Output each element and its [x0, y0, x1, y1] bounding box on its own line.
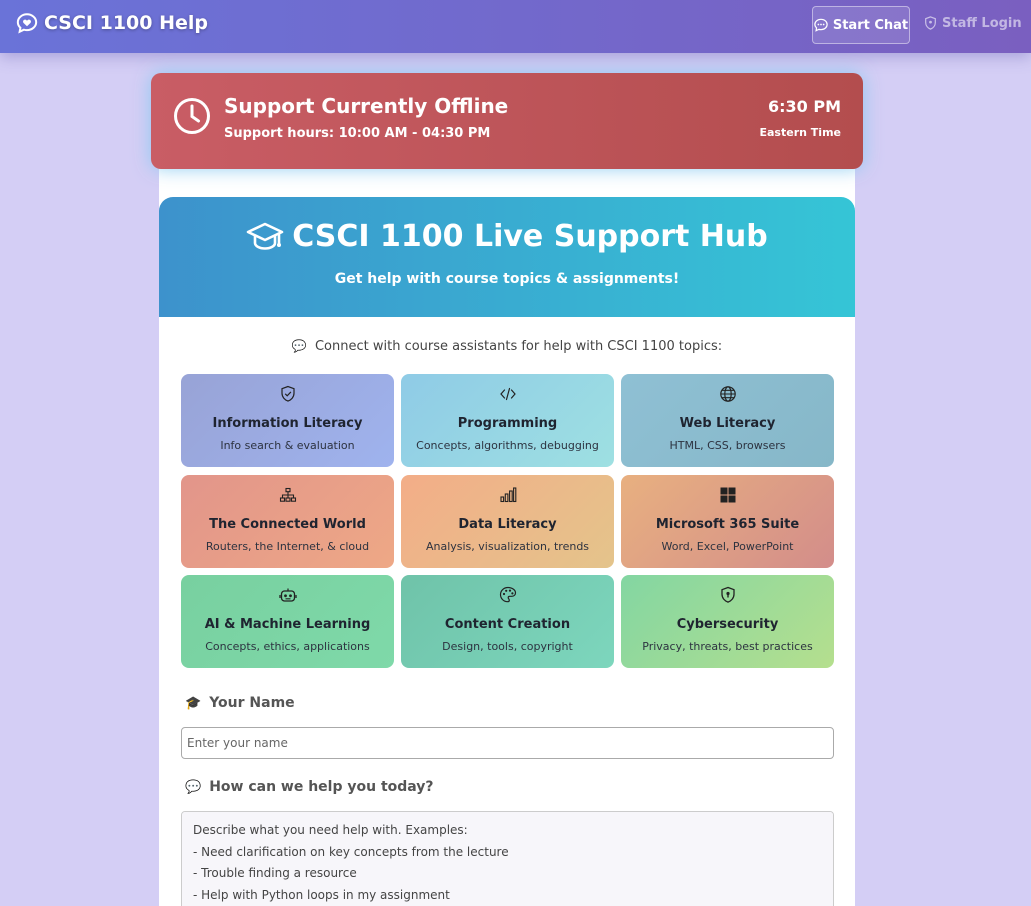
- speech-bubble-emoji-icon: 💬: [185, 779, 202, 795]
- shield-check-icon: [280, 385, 295, 402]
- current-time: 6:30 PM: [767, 97, 841, 116]
- topic-card-web-literacy[interactable]: Web Literacy HTML, CSS, browsers: [621, 374, 834, 467]
- topic-description: Concepts, ethics, applications: [205, 640, 370, 653]
- top-navbar: CSCI 1100 Help Start Chat Staff Login: [0, 0, 1031, 53]
- topic-name: Information Literacy: [212, 416, 363, 431]
- timezone-label: Eastern Time: [759, 126, 842, 139]
- topic-card-microsoft-365[interactable]: Microsoft 365 Suite Word, Excel, PowerPo…: [621, 475, 834, 568]
- topic-name: Data Literacy: [458, 517, 557, 532]
- topic-name: Web Literacy: [679, 416, 776, 431]
- help-label-row: 💬 How can we help you today?: [185, 779, 434, 795]
- palette-icon: [499, 586, 516, 603]
- speech-bubble-icon: 💬: [291, 339, 307, 353]
- topic-description: Design, tools, copyright: [442, 640, 573, 653]
- brand-link[interactable]: CSCI 1100 Help: [16, 11, 208, 35]
- network-icon: [279, 487, 296, 502]
- offline-status-banner: Support Currently Offline Support hours:…: [151, 73, 863, 169]
- hero-subtitle: Get help with course topics & assignment…: [334, 271, 680, 287]
- topic-card-cybersecurity[interactable]: Cybersecurity Privacy, threats, best pra…: [621, 575, 834, 668]
- topic-description: Word, Excel, PowerPoint: [661, 540, 794, 553]
- topic-description: HTML, CSS, browsers: [669, 439, 786, 452]
- topic-description: Routers, the Internet, & cloud: [205, 540, 370, 553]
- topic-name: AI & Machine Learning: [204, 617, 371, 632]
- topic-name: Content Creation: [444, 617, 571, 632]
- intro-text: Connect with course assistants for help …: [314, 339, 723, 354]
- brand-title: CSCI 1100 Help: [44, 12, 209, 34]
- bar-chart-icon: [499, 487, 516, 503]
- globe-icon: [719, 386, 736, 402]
- name-label: Your Name: [209, 695, 295, 711]
- code-icon: [499, 387, 516, 401]
- robot-icon: [278, 588, 297, 602]
- graduation-cap-icon: [246, 222, 284, 250]
- name-input[interactable]: [181, 727, 834, 759]
- shield-icon: [925, 16, 936, 30]
- topic-description: Info search & evaluation: [220, 439, 355, 452]
- hero-title-row: CSCI 1100 Live Support Hub: [159, 219, 855, 254]
- topic-description: Privacy, threats, best practices: [642, 640, 813, 653]
- help-label: How can we help you today?: [209, 779, 434, 795]
- start-chat-label: Start Chat: [832, 17, 909, 33]
- topic-description: Concepts, algorithms, debugging: [416, 439, 599, 452]
- topic-name: Programming: [457, 416, 558, 431]
- topic-card-content-creation[interactable]: Content Creation Design, tools, copyrigh…: [401, 575, 614, 668]
- topic-card-data-literacy[interactable]: Data Literacy Analysis, visualization, t…: [401, 475, 614, 568]
- topic-name: Microsoft 365 Suite: [655, 517, 800, 532]
- offline-title: Support Currently Offline: [224, 94, 509, 118]
- topic-card-programming[interactable]: Programming Concepts, algorithms, debugg…: [401, 374, 614, 467]
- windows-icon: [720, 487, 735, 503]
- topic-description: Analysis, visualization, trends: [425, 540, 590, 553]
- chat-heart-icon: [16, 13, 38, 34]
- help-description-textarea[interactable]: [181, 811, 834, 906]
- clock-icon: [174, 98, 210, 134]
- topic-card-connected-world[interactable]: The Connected World Routers, the Interne…: [181, 475, 394, 568]
- graduation-cap-emoji-icon: 🎓: [185, 695, 202, 711]
- start-chat-button[interactable]: Start Chat: [812, 6, 910, 44]
- intro-text-row: 💬 Connect with course assistants for hel…: [159, 339, 855, 354]
- shield-lock-icon: [720, 586, 735, 603]
- support-hours: Support hours: 10:00 AM - 04:30 PM: [224, 126, 491, 141]
- staff-login-link[interactable]: Staff Login: [924, 12, 1022, 34]
- hero-header: CSCI 1100 Live Support Hub Get help with…: [159, 197, 855, 317]
- hero-title: CSCI 1100 Live Support Hub: [292, 219, 768, 254]
- topic-card-information-literacy[interactable]: Information Literacy Info search & evalu…: [181, 374, 394, 467]
- chat-dots-icon: [814, 18, 828, 32]
- name-label-row: 🎓 Your Name: [185, 695, 295, 711]
- topic-card-ai-machine-learning[interactable]: AI & Machine Learning Concepts, ethics, …: [181, 575, 394, 668]
- topic-name: The Connected World: [209, 517, 366, 532]
- topic-name: Cybersecurity: [676, 617, 779, 632]
- staff-login-label: Staff Login: [942, 15, 1022, 31]
